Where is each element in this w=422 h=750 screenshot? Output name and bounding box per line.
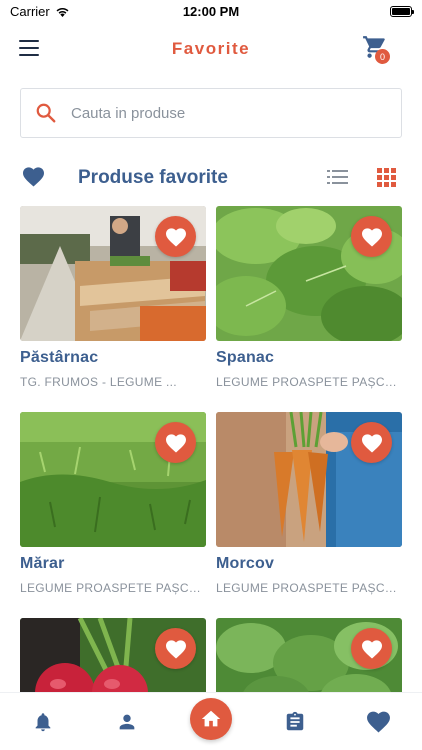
home-button[interactable]: [190, 698, 232, 740]
search-icon: [36, 103, 56, 123]
bottom-navigation: [0, 692, 422, 750]
product-name: Spanac: [216, 349, 275, 366]
cart-count-badge: 0: [375, 49, 390, 64]
product-card[interactable]: [216, 618, 402, 692]
product-name: Mărar: [20, 555, 65, 572]
section-title: Produse favorite: [78, 167, 228, 188]
heart-icon: [361, 639, 382, 659]
product-card[interactable]: Păstârnac TG. FRUMOS - LEGUME ...: [20, 206, 206, 389]
heart-icon[interactable]: [366, 710, 391, 733]
product-card[interactable]: [20, 618, 206, 692]
product-image: [216, 412, 402, 547]
search-bar[interactable]: [20, 88, 402, 138]
search-input[interactable]: [71, 104, 401, 122]
product-image: [20, 618, 206, 692]
favorite-button[interactable]: [155, 216, 196, 257]
heart-icon: [23, 167, 44, 187]
wifi-icon: [56, 7, 69, 17]
heart-icon: [165, 227, 186, 247]
cart-button[interactable]: 0: [361, 34, 393, 64]
favorite-button[interactable]: [351, 628, 392, 669]
product-card[interactable]: Mărar LEGUME PROASPETE PAȘCANI: [20, 412, 206, 595]
grid-view-icon[interactable]: [377, 168, 396, 187]
section-header: Produse favorite: [0, 160, 422, 198]
heart-icon: [165, 433, 186, 453]
product-image: [216, 618, 402, 692]
battery-icon: [390, 5, 414, 17]
product-vendor: TG. FRUMOS - LEGUME ...: [20, 375, 177, 389]
status-bar: Carrier 12:00 PM: [0, 0, 422, 22]
person-icon[interactable]: [116, 711, 138, 733]
favorite-button[interactable]: [351, 216, 392, 257]
product-vendor: LEGUME PROASPETE PAȘCANI: [216, 581, 402, 595]
app-header: Favorite 0: [0, 30, 422, 70]
favorite-button[interactable]: [155, 628, 196, 669]
list-view-icon[interactable]: [327, 168, 348, 186]
product-vendor: LEGUME PROASPETE PAȘCANI: [216, 375, 402, 389]
bell-icon[interactable]: [32, 711, 54, 733]
product-vendor: LEGUME PROASPETE PAȘCANI: [20, 581, 206, 595]
clipboard-icon[interactable]: [284, 711, 306, 733]
product-image: [20, 412, 206, 547]
favorite-button[interactable]: [155, 422, 196, 463]
product-image: [20, 206, 206, 341]
status-time: 12:00 PM: [182, 3, 240, 19]
heart-icon: [165, 639, 186, 659]
heart-icon: [361, 227, 382, 247]
home-icon: [201, 710, 221, 727]
product-card[interactable]: Spanac LEGUME PROASPETE PAȘCANI: [216, 206, 402, 389]
product-image: [216, 206, 402, 341]
heart-icon: [361, 433, 382, 453]
page-title: Favorite: [171, 39, 251, 58]
status-left: Carrier: [10, 4, 70, 19]
favorite-button[interactable]: [351, 422, 392, 463]
product-name: Morcov: [216, 555, 275, 572]
carrier-label: Carrier: [10, 3, 50, 19]
product-name: Păstârnac: [20, 349, 99, 366]
product-grid: Păstârnac TG. FRUMOS - LEGUME ... Spanac…: [20, 206, 402, 692]
product-card[interactable]: Morcov LEGUME PROASPETE PAȘCANI: [216, 412, 402, 595]
